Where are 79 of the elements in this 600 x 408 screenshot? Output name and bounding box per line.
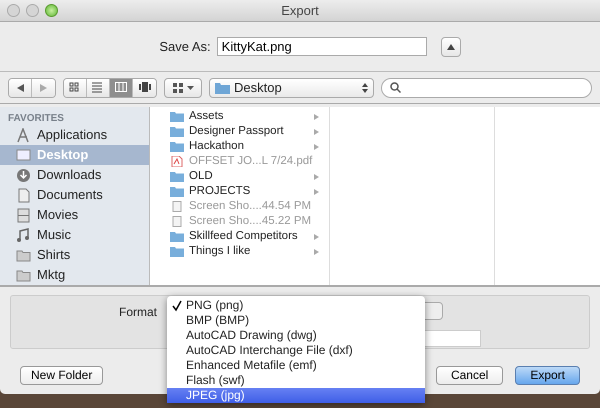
folder-icon <box>170 141 184 152</box>
caret-icon <box>186 86 194 90</box>
letter-a-icon <box>16 128 31 142</box>
menu-item[interactable]: JPEG (jpg) <box>167 388 425 403</box>
export-button[interactable]: Export <box>515 366 580 385</box>
image-file-icon <box>170 201 184 212</box>
stepper-icon <box>362 82 368 92</box>
folder-icon <box>170 186 184 197</box>
sidebar-item[interactable]: Movies <box>0 205 149 225</box>
sidebar-item[interactable]: Mktg <box>0 265 149 285</box>
menu-item[interactable]: PNG (png) <box>167 298 425 313</box>
sidebar-item[interactable]: Applications <box>0 125 149 145</box>
sidebar-item[interactable]: Music <box>0 225 149 245</box>
disclosure-arrow-icon <box>314 234 319 240</box>
disclosure-arrow-icon <box>314 144 319 150</box>
pdf-icon <box>170 156 184 167</box>
back-button[interactable] <box>9 78 32 96</box>
sidebar-item[interactable]: Shirts <box>0 245 149 265</box>
arrange-button[interactable] <box>164 78 202 98</box>
view-mode-button[interactable] <box>64 78 87 96</box>
new-folder-button[interactable]: New Folder <box>20 366 104 385</box>
close-button[interactable] <box>7 4 20 17</box>
file-item[interactable]: Skillfeed Competitors <box>150 229 329 244</box>
file-item[interactable]: OLD <box>150 169 329 184</box>
disclosure-arrow-icon <box>314 188 319 194</box>
folder-icon <box>170 231 184 242</box>
zoom-button[interactable] <box>45 4 58 17</box>
sidebar-heading: FAVORITES <box>7 112 65 125</box>
checkmark-icon <box>172 298 182 314</box>
format-label: Format <box>119 304 158 321</box>
disclosure-arrow-icon <box>314 174 319 180</box>
menu-item[interactable]: Enhanced Metafile (emf) <box>167 358 425 373</box>
columns-view-icon <box>115 82 127 93</box>
cancel-button[interactable]: Cancel <box>436 366 504 385</box>
document-icon <box>16 188 31 202</box>
folder-icon <box>170 246 184 257</box>
grid-icon <box>172 82 182 92</box>
file-item[interactable]: Hackathon <box>150 139 329 154</box>
menu-item[interactable]: BMP (BMP) <box>167 313 425 328</box>
music-note-icon <box>16 228 31 242</box>
disclosure-arrow-icon <box>314 128 319 134</box>
forward-icon <box>40 84 47 92</box>
disclosure-arrow-icon <box>314 248 319 254</box>
image-file-icon <box>170 216 184 227</box>
menu-item[interactable]: AutoCAD Drawing (dwg) <box>167 328 425 343</box>
view-mode-button[interactable] <box>87 78 110 96</box>
file-item[interactable]: PROJECTS <box>150 184 329 199</box>
search-icon <box>390 82 401 93</box>
folder-icon <box>170 126 184 137</box>
menu-item[interactable]: Flash (swf) <box>167 373 425 388</box>
disclosure-arrow-icon <box>314 114 319 120</box>
sidebar-item[interactable]: Downloads <box>0 165 149 185</box>
minimize-button[interactable] <box>26 4 39 17</box>
download-icon <box>16 168 31 182</box>
up-triangle-icon <box>446 44 455 50</box>
window-title: Export <box>281 2 319 20</box>
location-popup[interactable]: Desktop <box>209 78 374 98</box>
back-icon <box>16 84 24 92</box>
folder-icon <box>16 248 31 262</box>
file-item[interactable]: Designer Passport <box>150 124 329 139</box>
search-field[interactable] <box>381 78 592 98</box>
folder-icon <box>16 268 31 282</box>
save-as-label: Save As: <box>159 38 211 56</box>
file-item[interactable]: Assets <box>150 109 329 124</box>
view-mode-button[interactable] <box>133 78 156 96</box>
screen-icon <box>16 148 31 162</box>
folder-icon <box>215 82 230 94</box>
menu-item[interactable]: AutoCAD Interchange File (dxf) <box>167 343 425 358</box>
icons-view-icon <box>69 82 81 93</box>
filename-field[interactable]: KittyKat.png <box>216 37 427 56</box>
coverflow-view-icon <box>138 82 150 93</box>
folder-icon <box>170 171 184 182</box>
sidebar-item[interactable]: Documents <box>0 185 149 205</box>
film-icon <box>16 208 31 222</box>
location-text: Desktop <box>234 78 283 97</box>
folder-icon <box>170 111 184 122</box>
expand-button[interactable] <box>440 36 461 56</box>
file-item[interactable]: Things I like <box>150 244 329 259</box>
list-view-icon <box>92 82 104 93</box>
